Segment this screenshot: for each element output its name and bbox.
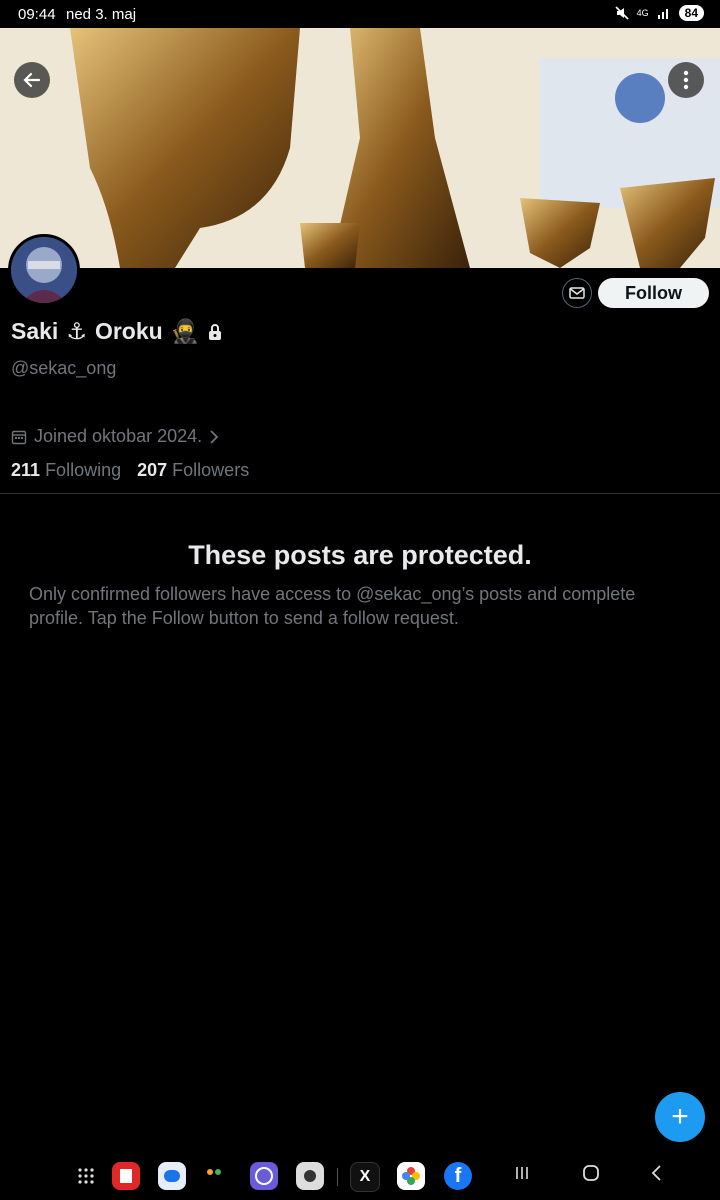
profile-handle: @sekac_ong	[11, 358, 117, 378]
dock-separator	[337, 1168, 338, 1186]
mute-icon	[615, 6, 629, 20]
display-name-part-1: Saki	[11, 318, 59, 344]
avatar-image	[11, 237, 77, 303]
joined-text: Joined oktobar 2024.	[34, 426, 203, 446]
back-button[interactable]	[14, 62, 50, 98]
mail-icon	[569, 287, 585, 299]
following-stat[interactable]: 211 Following	[11, 460, 121, 481]
system-dock: X f	[0, 1152, 720, 1200]
banner-image	[0, 28, 720, 268]
followers-label: Followers	[172, 460, 250, 480]
ninja-emoji: 🥷	[170, 318, 200, 344]
following-count: 211	[11, 460, 41, 480]
recents-icon[interactable]	[514, 1164, 530, 1187]
joined-date[interactable]: Joined oktobar 2024.	[11, 426, 219, 447]
x-icon[interactable]: X	[350, 1162, 380, 1192]
message-button[interactable]	[562, 278, 592, 308]
browser-icon[interactable]	[250, 1162, 278, 1190]
follow-stats: 211 Following 207 Followers	[11, 460, 249, 481]
battery-badge: 84	[678, 5, 704, 21]
protected-text: Only confirmed followers have access to …	[29, 584, 636, 628]
home-icon[interactable]	[582, 1164, 600, 1188]
more-options-button[interactable]	[668, 62, 704, 98]
protected-title: These posts are protected.	[188, 540, 532, 570]
profile-banner	[0, 28, 720, 268]
photos-icon[interactable]	[397, 1162, 425, 1190]
messages-icon[interactable]	[158, 1162, 186, 1190]
chevron-right-icon	[210, 429, 219, 444]
network-label: 4G	[636, 8, 649, 18]
followers-count: 207	[137, 460, 168, 480]
following-label: Following	[45, 460, 122, 480]
divider	[0, 493, 720, 494]
calendar-icon	[11, 430, 27, 444]
follow-button[interactable]: Follow	[598, 278, 709, 308]
facebook-icon[interactable]: f	[444, 1162, 472, 1190]
arrow-left-icon	[23, 72, 41, 88]
lock-icon	[209, 323, 222, 340]
signal-icon	[657, 9, 668, 19]
display-name-part-2: Oroku	[94, 318, 163, 344]
status-bar: 09:44 ned 3. maj 4G 84	[0, 0, 720, 28]
followers-stat[interactable]: 207 Followers	[137, 460, 249, 481]
camera-icon[interactable]	[296, 1162, 324, 1190]
status-icons: 4G 84	[615, 5, 704, 21]
status-time: 09:44	[18, 6, 56, 23]
status-date: ned 3. maj	[66, 6, 137, 23]
anchor-emoji: ⚓	[66, 318, 87, 344]
profile-name: Saki ⚓ Oroku 🥷	[11, 318, 223, 345]
more-vertical-icon	[683, 70, 689, 90]
multi-app-icon[interactable]	[200, 1162, 228, 1190]
avatar[interactable]	[8, 234, 80, 306]
flipboard-icon[interactable]	[112, 1162, 140, 1190]
compose-fab[interactable]: +	[655, 1092, 705, 1142]
app-grid-icon[interactable]	[72, 1162, 100, 1190]
back-nav-icon[interactable]	[650, 1164, 664, 1188]
plus-icon: +	[671, 1100, 689, 1133]
